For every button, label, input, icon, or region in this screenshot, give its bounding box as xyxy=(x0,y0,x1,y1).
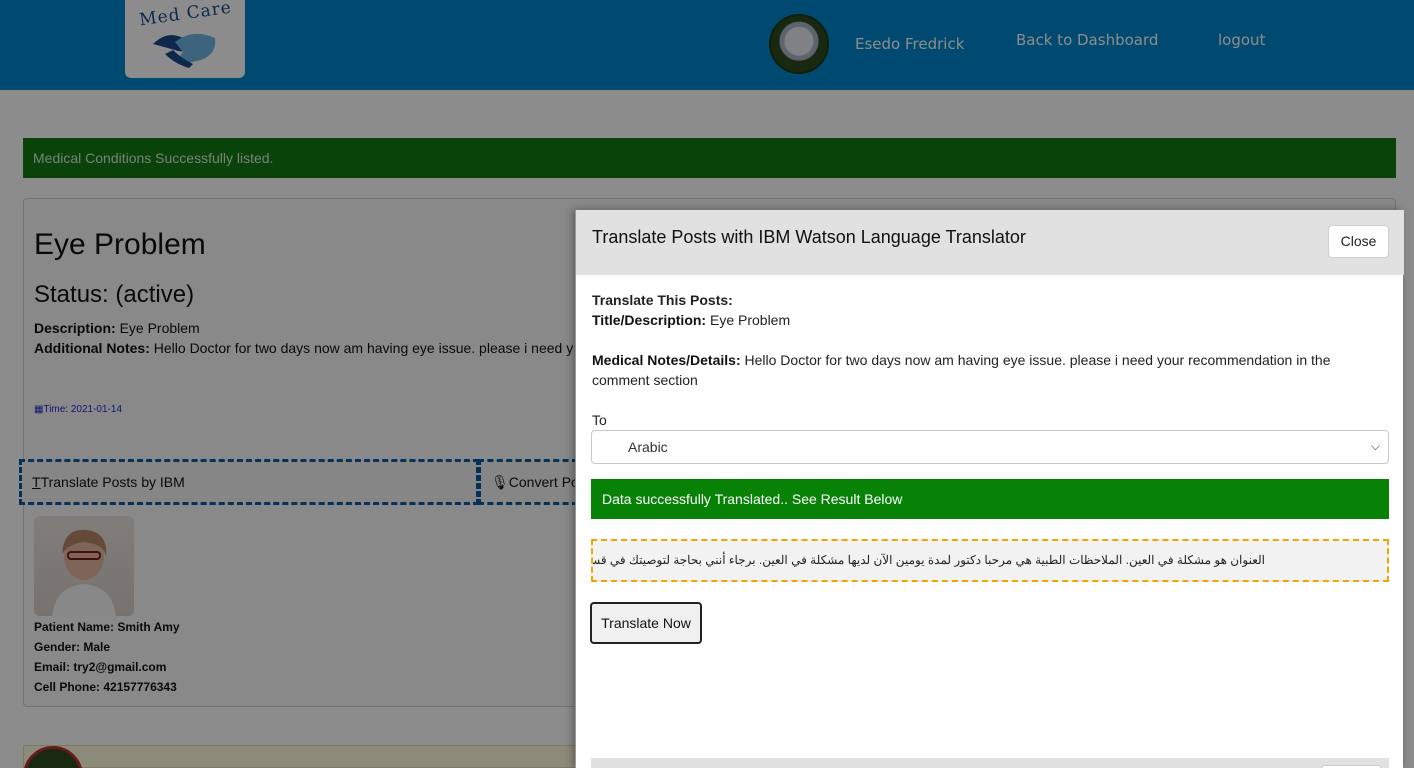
language-select[interactable]: Arabic ⌵ xyxy=(591,430,1389,464)
title-description-label: Title/Description: xyxy=(592,312,707,328)
chevron-down-icon: ⌵ xyxy=(1370,439,1380,453)
medical-notes: Medical Notes/Details: Hello Doctor for … xyxy=(592,352,1330,368)
to-label: To xyxy=(592,412,607,428)
translation-success-alert: Data successfully Translated.. See Resul… xyxy=(591,479,1389,519)
title-description: Title/Description: Eye Problem xyxy=(592,312,790,328)
translated-text-box: العنوان هو مشكلة في العين. الملاحظات الط… xyxy=(591,539,1389,582)
translate-now-button[interactable]: Translate Now xyxy=(590,602,702,644)
title-description-value: Eye Problem xyxy=(709,312,791,328)
modal-header: Translate Posts with IBM Watson Language… xyxy=(576,210,1404,275)
medical-notes-value: Hello Doctor for two days now am having … xyxy=(744,352,1331,368)
close-button[interactable]: Close xyxy=(1328,225,1389,258)
translate-modal: Translate Posts with IBM Watson Language… xyxy=(575,210,1404,768)
modal-footer xyxy=(591,758,1389,768)
medical-notes-label: Medical Notes/Details: xyxy=(592,352,741,368)
medical-notes-continued: comment section xyxy=(592,372,698,388)
modal-title: Translate Posts with IBM Watson Language… xyxy=(592,227,1026,247)
translate-heading: Translate This Posts: xyxy=(592,292,733,308)
language-selected: Arabic xyxy=(628,439,668,455)
